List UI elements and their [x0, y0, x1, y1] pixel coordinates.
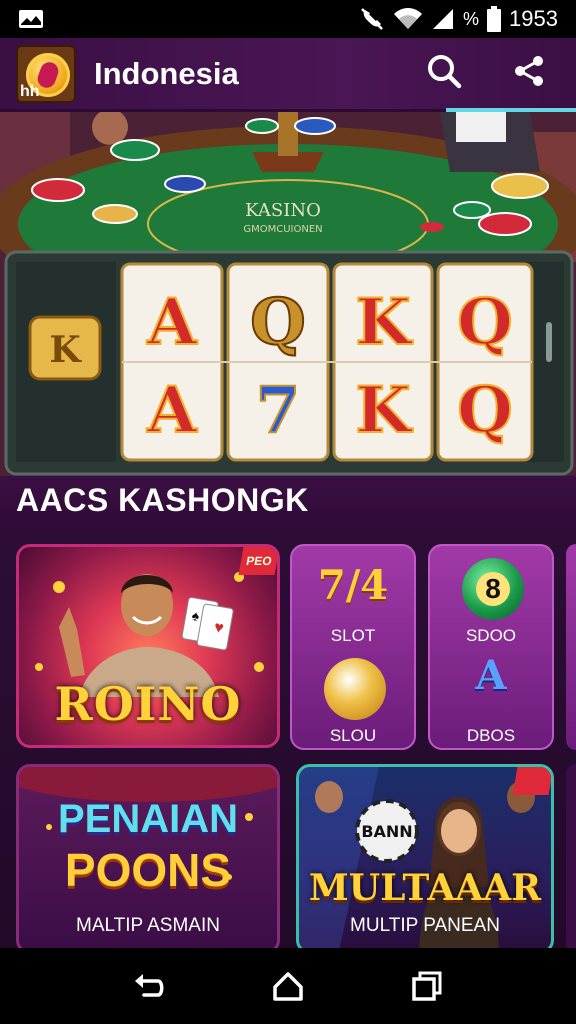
ball-number: 8 [476, 572, 510, 606]
logo-text: hh [20, 82, 40, 100]
tile-title: 7/4 [317, 562, 389, 609]
gold-ball-icon [324, 658, 386, 720]
app-logo[interactable]: hh [16, 44, 76, 103]
app-bar: hh Indonesia [0, 38, 576, 112]
tile-title-line2: POONS [64, 844, 232, 896]
game-tile-partial[interactable] [566, 544, 576, 750]
game-tile-partial[interactable] [566, 764, 576, 954]
game-tile-multaaar[interactable]: BANN MULTAAAR MULTIP PANEAN [296, 764, 554, 954]
mute-icon [359, 6, 385, 32]
hero-banner[interactable]: KASINO GMOMCUIONEN K A Q K Q A 7 K Q [0, 112, 576, 478]
reel-symbol: Q [457, 373, 513, 448]
app-screen: % 1953 hh Indonesia KASINO GMOMCUIONEN K… [0, 0, 576, 1024]
reel-symbol: Q [250, 285, 306, 360]
reel-symbol: K [355, 285, 413, 360]
share-icon[interactable] [512, 54, 546, 93]
chip-banner-text: BANN [361, 822, 412, 841]
home-icon[interactable] [263, 961, 313, 1011]
tile-badge [512, 767, 551, 795]
tile-title: ROINO [54, 677, 242, 731]
back-icon[interactable] [124, 961, 174, 1011]
side-k-symbol: K [49, 329, 82, 371]
image-icon [18, 9, 46, 29]
tile-label: SLOT [330, 626, 376, 645]
tile-caption: MULTIP PANEAN [350, 915, 500, 936]
reel-symbol: K [355, 373, 413, 448]
tile-label: DBOS [466, 726, 516, 745]
reel-symbol: A [146, 285, 198, 360]
tile-title: A [475, 652, 507, 699]
tile-badge: РЕО [238, 547, 277, 575]
table-subtitle: GMOMCUIONEN [243, 224, 322, 235]
wifi-icon [393, 7, 423, 31]
tile-label: SDOO [465, 626, 517, 645]
tile-title-line1: PENAIAN [57, 797, 239, 841]
system-nav-bar [0, 948, 576, 1024]
search-icon[interactable] [426, 53, 462, 94]
page-title: Indonesia [94, 55, 239, 91]
game-tile-roino[interactable]: ♥ ♠ РЕО ROINO [16, 544, 280, 748]
game-tile-sdoo[interactable]: 8 SDOO A DBOS [428, 544, 554, 750]
signal-icon [431, 7, 455, 31]
battery-icon [487, 6, 502, 32]
status-bar: % 1953 [0, 0, 576, 38]
game-tile-slot[interactable]: 7/4 SLOT SLOU [290, 544, 416, 750]
tile-caption: MALTIP ASMAIN [76, 915, 220, 936]
reel-symbol: 7 [256, 373, 301, 448]
table-title: KASINO [245, 200, 321, 221]
game-tile-penaian[interactable]: PENAIAN POONS MALTIP ASMAIN [16, 764, 280, 954]
recents-icon[interactable] [402, 961, 452, 1011]
reel-symbol: A [146, 373, 198, 448]
clock: 1953 [509, 6, 558, 31]
battery-percent: % [463, 8, 480, 29]
tile-title: MULTAAAR [308, 867, 542, 909]
casino-scene-illustration: KASINO GMOMCUIONEN K A Q K Q A 7 K Q [0, 112, 576, 478]
reel-symbol: Q [457, 285, 513, 360]
section-title: AACS KASHONGK [16, 482, 309, 518]
tile-label: SLOU [329, 726, 377, 745]
eight-ball-icon: 8 [462, 558, 524, 620]
